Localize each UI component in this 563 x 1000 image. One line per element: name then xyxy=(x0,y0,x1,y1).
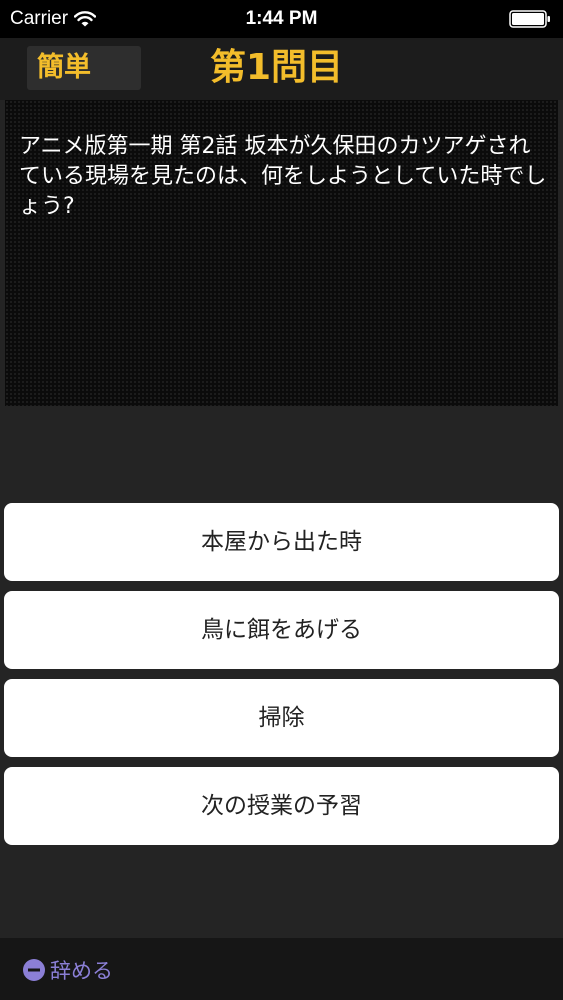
bottom-toolbar: 辞める xyxy=(0,938,563,1000)
status-bar: Carrier 1:44 PM xyxy=(0,0,563,38)
quiz-screen: Carrier 1:44 PM 簡単 第1問目 アニメ版第一期 第2話 坂本が久… xyxy=(0,0,563,1000)
question-number-title: 第1問目 xyxy=(210,47,344,88)
quiz-header: 簡単 第1問目 xyxy=(0,38,563,100)
battery-icon xyxy=(509,10,550,28)
status-time: 1:44 PM xyxy=(245,8,318,29)
answer-button-3[interactable]: 掃除 xyxy=(4,679,559,757)
answer-button-4[interactable]: 次の授業の予習 xyxy=(4,767,559,845)
answer-button-2[interactable]: 鳥に餌をあげる xyxy=(4,591,559,669)
quit-button[interactable]: 辞める xyxy=(22,956,113,984)
difficulty-badge: 簡単 xyxy=(27,46,141,90)
answer-button-1[interactable]: 本屋から出た時 xyxy=(4,503,559,581)
minus-circle-icon xyxy=(23,959,45,981)
question-panel: アニメ版第一期 第2話 坂本が久保田のカツアゲされている現場を見たのは、何をしよ… xyxy=(5,100,558,406)
quit-label: 辞める xyxy=(50,959,113,983)
question-text: アニメ版第一期 第2話 坂本が久保田のカツアゲされている現場を見たのは、何をしよ… xyxy=(19,134,547,219)
